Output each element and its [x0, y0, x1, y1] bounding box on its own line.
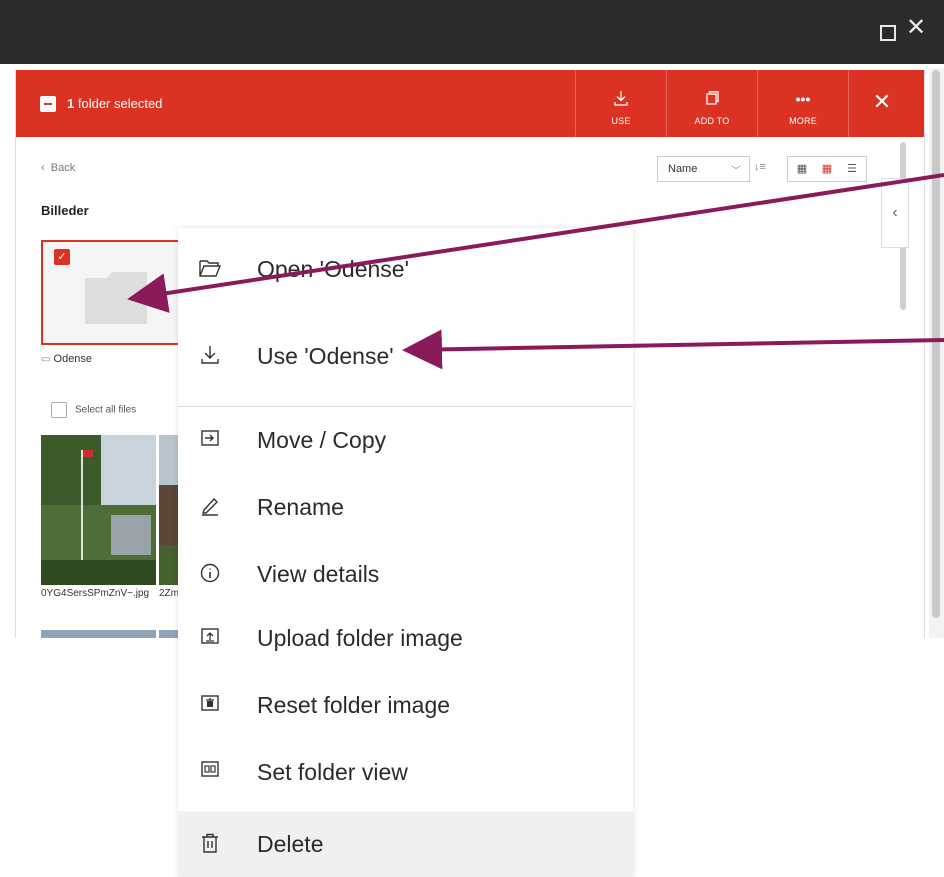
- menu-item-set-folder-view[interactable]: Set folder view: [178, 739, 633, 805]
- menu-item-label: Open 'Odense': [257, 256, 409, 282]
- close-window-icon[interactable]: ✕: [906, 16, 926, 40]
- folder-open-icon: [199, 258, 222, 280]
- deselect-checkbox[interactable]: [40, 96, 56, 112]
- selection-count-number: 1: [67, 96, 75, 111]
- chevron-left-icon: ‹: [892, 204, 898, 221]
- page-title: Billeder: [41, 203, 89, 218]
- file-name: 2Zm: [159, 588, 179, 599]
- window-titlebar: ✕: [0, 0, 944, 64]
- folder-icon: [85, 272, 147, 324]
- download-icon: [199, 345, 221, 367]
- photo-image: [159, 435, 179, 585]
- sort-direction-icon[interactable]: ↓≡: [754, 161, 766, 173]
- close-selection-button[interactable]: ✕: [848, 70, 924, 137]
- menu-item-label: Reset folder image: [257, 692, 451, 718]
- grid-large-icon[interactable]: ▦: [790, 162, 814, 175]
- menu-item-label: Use 'Odense': [257, 343, 394, 369]
- menu-item-label: Delete: [257, 831, 324, 857]
- maximize-icon[interactable]: [880, 25, 896, 41]
- view-switcher: ▦ ▦ ☰: [787, 156, 867, 182]
- file-thumbnail[interactable]: [41, 435, 156, 585]
- menu-item-label: Move / Copy: [257, 427, 387, 453]
- select-all-label: Select all files: [75, 404, 137, 416]
- file-thumbnail[interactable]: [159, 435, 179, 585]
- menu-item-upload-folder-image[interactable]: Upload folder image: [178, 605, 633, 671]
- tile-checkbox-checked[interactable]: ✓: [54, 249, 70, 265]
- file-thumbnail[interactable]: [159, 630, 179, 638]
- more-button[interactable]: ••• MORE: [757, 70, 848, 137]
- folder-small-icon: ▭: [41, 354, 51, 365]
- move-icon: [199, 429, 221, 451]
- file-thumbnail[interactable]: [41, 630, 156, 638]
- sort-select-value: Name: [668, 163, 698, 175]
- download-icon: [576, 90, 666, 108]
- more-button-label: MORE: [789, 116, 817, 126]
- menu-item-delete[interactable]: Delete: [178, 811, 633, 877]
- context-menu: Open 'Odense' Use 'Odense' Move / Copy R…: [178, 228, 633, 877]
- reset-image-icon: [199, 694, 221, 716]
- menu-item-reset-folder-image[interactable]: Reset folder image: [178, 672, 633, 738]
- add-to-button-label: ADD TO: [694, 116, 730, 126]
- select-all-checkbox[interactable]: [51, 402, 67, 418]
- upload-image-icon: [199, 627, 221, 649]
- add-to-button[interactable]: ADD TO: [666, 70, 757, 137]
- folder-name-text: Odense: [53, 353, 93, 365]
- file-name: 0YG4SersSPmZnV~.jpg: [41, 588, 150, 599]
- use-button-label: USE: [611, 116, 631, 126]
- back-link[interactable]: ‹ Back: [41, 162, 75, 174]
- sort-select[interactable]: Name ﹀: [657, 156, 750, 182]
- menu-item-view-details[interactable]: View details: [178, 541, 633, 607]
- selection-count: 1 folder selected: [67, 96, 162, 112]
- menu-item-label: Rename: [257, 494, 344, 520]
- trash-icon: [199, 833, 221, 855]
- folder-view-icon: [199, 761, 221, 783]
- menu-item-label: View details: [257, 561, 380, 587]
- menu-item-label: Set folder view: [257, 759, 408, 785]
- selection-toolbar: 1 folder selected USE ADD TO ••• MORE ✕: [16, 70, 924, 137]
- list-view-icon[interactable]: ☰: [840, 162, 864, 175]
- more-dots-icon: •••: [795, 91, 811, 107]
- select-all-files[interactable]: Select all files: [51, 402, 136, 418]
- chevron-down-icon: ﹀: [731, 166, 741, 177]
- menu-item-move-copy[interactable]: Move / Copy: [178, 407, 633, 473]
- info-icon: [199, 563, 221, 585]
- use-button[interactable]: USE: [575, 70, 666, 137]
- photo-image: [41, 435, 156, 585]
- selection-count-label: folder selected: [77, 96, 163, 111]
- pencil-icon: [199, 496, 221, 518]
- folder-name: ▭ Odense: [41, 353, 92, 365]
- details-panel-toggle[interactable]: ‹: [881, 178, 909, 248]
- copy-icon: [667, 90, 757, 108]
- outer-scrollbar-thumb[interactable]: [932, 70, 940, 618]
- menu-item-label: Upload folder image: [257, 625, 463, 651]
- folder-tile[interactable]: ✓: [41, 240, 181, 345]
- close-icon: ✕: [872, 89, 892, 114]
- menu-item-use[interactable]: Use 'Odense': [178, 323, 633, 389]
- menu-item-open[interactable]: Open 'Odense': [178, 236, 633, 302]
- menu-item-rename[interactable]: Rename: [178, 474, 633, 540]
- back-link-label: Back: [50, 162, 76, 174]
- grid-small-icon[interactable]: ▦: [815, 162, 839, 175]
